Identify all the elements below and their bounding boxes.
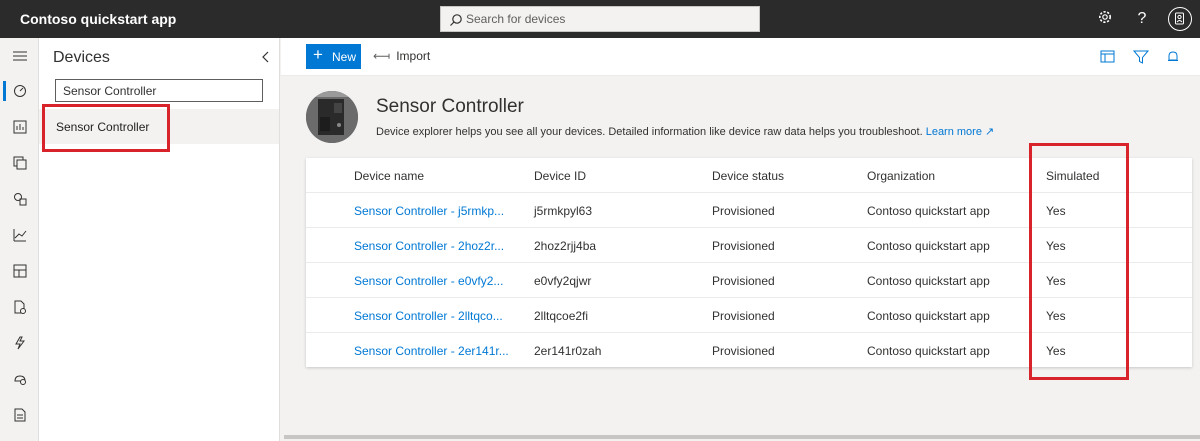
search-icon (450, 14, 462, 26)
device-filter-input[interactable] (55, 79, 263, 102)
organization-cell: Contoso quickstart app (867, 309, 990, 323)
menu-icon[interactable] (0, 38, 39, 74)
charts-icon[interactable] (0, 217, 39, 253)
organization-cell: Contoso quickstart app (867, 274, 990, 288)
filter-icon[interactable] (1133, 49, 1149, 65)
import-icon: ⟻ (373, 49, 391, 63)
organization-cell: Contoso quickstart app (867, 204, 990, 218)
page-title: Sensor Controller (376, 96, 524, 117)
device-templates-icon[interactable] (0, 253, 39, 289)
import-button[interactable]: ⟻ Import (373, 49, 430, 63)
device-name-link[interactable]: Sensor Controller - j5rmkp... (354, 204, 504, 218)
search-box[interactable] (440, 6, 760, 32)
device-id-cell: e0vfy2qjwr (534, 274, 592, 288)
import-label: Import (396, 49, 431, 63)
device-id-cell: 2er141r0zah (534, 344, 602, 358)
device-status-cell: Provisioned (712, 344, 775, 358)
help-icon[interactable]: ? (1132, 9, 1152, 29)
jobs-icon[interactable] (0, 361, 39, 397)
command-bar: + New ⟻ Import (281, 38, 1200, 76)
device-id-cell: 2hoz2rjj4ba (534, 239, 597, 253)
app-title[interactable]: Contoso quickstart app (20, 11, 176, 27)
data-export-icon[interactable] (0, 289, 39, 325)
column-header-device-id[interactable]: Device ID (534, 169, 586, 183)
organization-cell: Contoso quickstart app (867, 344, 990, 358)
collapse-panel-icon[interactable] (259, 50, 273, 64)
device-name-link[interactable]: Sensor Controller - 2lltqco... (354, 309, 503, 323)
analytics-icon[interactable] (0, 109, 39, 145)
horizontal-scrollbar[interactable] (284, 435, 1200, 439)
device-name-link[interactable]: Sensor Controller - e0vfy2... (354, 274, 503, 288)
highlight-box-device-template (42, 104, 170, 152)
organization-cell: Contoso quickstart app (867, 239, 990, 253)
notification-icon[interactable] (1165, 49, 1181, 65)
device-image (306, 91, 358, 143)
devices-panel-title: Devices (53, 49, 110, 66)
edit-columns-icon[interactable] (1100, 49, 1116, 65)
page-description: Device explorer helps you see all your d… (376, 125, 994, 138)
device-status-cell: Provisioned (712, 309, 775, 323)
device-groups-icon[interactable] (0, 181, 39, 217)
column-header-organization[interactable]: Organization (867, 169, 935, 183)
rules-icon[interactable] (0, 325, 39, 361)
external-link-icon: ↗ (985, 126, 995, 138)
column-header-device-status[interactable]: Device status (712, 169, 784, 183)
column-header-device-name[interactable]: Device name (354, 169, 424, 183)
dashboard-icon[interactable] (0, 73, 39, 109)
top-bar: Contoso quickstart app ? (0, 0, 1200, 38)
device-id-cell: 2lltqcoe2fi (534, 309, 589, 323)
account-icon[interactable] (1168, 7, 1192, 31)
plus-icon: + (313, 45, 323, 64)
highlight-box-simulated-column (1029, 143, 1129, 380)
learn-more-label: Learn more (925, 126, 982, 138)
device-id-cell: j5rmkpyl63 (534, 204, 593, 218)
device-status-cell: Provisioned (712, 204, 775, 218)
search-input[interactable] (466, 7, 756, 31)
settings-icon[interactable] (1095, 9, 1115, 29)
reports-icon[interactable] (0, 397, 39, 433)
new-button-label: New (332, 50, 357, 64)
devices-panel: Devices Sensor Controller (39, 38, 280, 441)
device-name-link[interactable]: Sensor Controller - 2er141r... (354, 344, 509, 358)
device-status-cell: Provisioned (712, 239, 775, 253)
new-device-button[interactable]: + New (306, 44, 361, 69)
description-text: Device explorer helps you see all your d… (376, 126, 923, 138)
devices-icon[interactable] (0, 145, 39, 181)
device-status-cell: Provisioned (712, 274, 775, 288)
left-nav-rail (0, 38, 39, 441)
learn-more-link[interactable]: Learn more ↗ (926, 126, 995, 138)
device-name-link[interactable]: Sensor Controller - 2hoz2r... (354, 239, 504, 253)
